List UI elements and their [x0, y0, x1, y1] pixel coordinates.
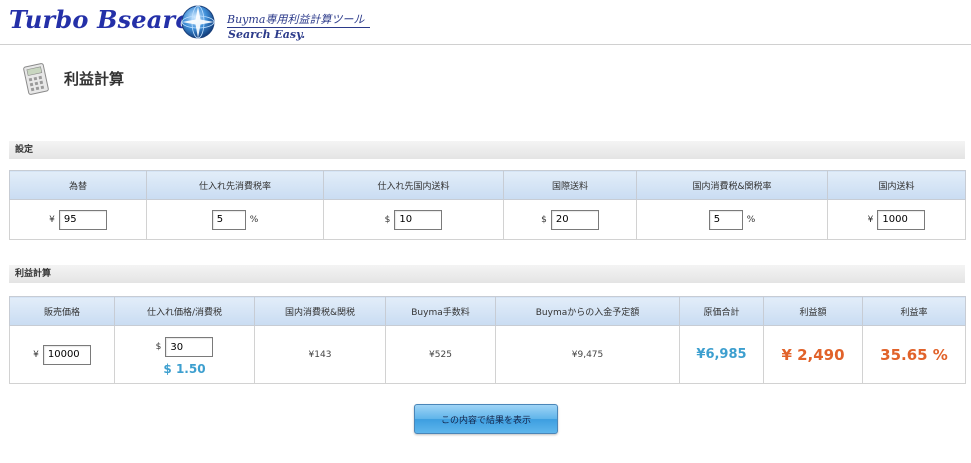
cell-international-shipping: $: [503, 199, 637, 240]
cell-domestic-tax-duty: ¥143: [254, 325, 386, 384]
header-domestic-tax-duty: 国内消費税&関税: [254, 296, 386, 326]
cell-purchase-price: $ $ 1.50: [114, 325, 255, 384]
total-cost-value: ¥6,985: [696, 347, 747, 362]
buyma-fee-value: ¥525: [429, 349, 452, 360]
purchase-price-usd-value: $ 1.50: [163, 362, 206, 376]
profit-table: 販売価格 仕入れ価格/消費税 国内消費税&関税 Buyma手数料 Buymaから…: [9, 296, 966, 384]
show-results-button[interactable]: この内容で結果を表示: [414, 404, 558, 434]
header-international-shipping: 国際送料: [503, 170, 637, 200]
header-buyma-fee: Buyma手数料: [385, 296, 496, 326]
header-profit-rate: 利益率: [862, 296, 966, 326]
header-total-cost: 原価合計: [679, 296, 764, 326]
domestic-shipping-input[interactable]: [877, 209, 926, 230]
cell-supplier-tax-rate: %: [146, 199, 324, 240]
settings-section-bar: 設定: [9, 141, 965, 159]
yen-symbol: ¥: [33, 349, 39, 360]
calculator-icon: [23, 63, 49, 95]
header-domestic-shipping: 国内送料: [827, 170, 966, 200]
purchase-price-input[interactable]: [165, 337, 214, 357]
header-supplier-tax-rate: 仕入れ先消費税率: [146, 170, 324, 200]
header-purchase-price: 仕入れ価格/消費税: [114, 296, 255, 326]
header-profit-amount: 利益額: [763, 296, 863, 326]
dollar-symbol: $: [155, 342, 162, 352]
globe-icon: [181, 5, 215, 39]
header-exchange-rate: 為替: [9, 170, 147, 200]
profit-rate-value: 35.65 %: [880, 345, 948, 364]
international-shipping-input[interactable]: [550, 209, 599, 230]
cell-buyma-deposit: ¥9,475: [495, 325, 680, 384]
tagline: Buyma専用利益計算ツール: [227, 11, 371, 28]
cell-profit-amount: ¥ 2,490: [763, 325, 863, 384]
header-buyma-deposit: Buymaからの入金予定額: [495, 296, 680, 326]
sub-tagline: Search Easy.: [228, 28, 306, 41]
profit-amount-value: ¥ 2,490: [781, 345, 845, 364]
cell-supplier-domestic-shipping: $: [323, 199, 504, 240]
cell-sale-price: ¥: [9, 325, 115, 384]
dollar-symbol: $: [384, 214, 391, 225]
supplier-domestic-shipping-input[interactable]: [394, 209, 443, 230]
domestic-tax-duty-value: ¥143: [308, 349, 332, 360]
header-supplier-domestic-shipping: 仕入れ先国内送料: [323, 170, 504, 200]
header-domestic-tax-duty-rate: 国内消費税&関税率: [636, 170, 828, 200]
settings-table: 為替 仕入れ先消費税率 仕入れ先国内送料 国際送料 国内消費税&関税率 国内送料…: [9, 170, 966, 240]
profit-section-bar: 利益計算: [9, 265, 965, 283]
app-header: Turbo Bsearch Buyma専用利益計算ツール Search Easy…: [0, 0, 971, 45]
cell-total-cost: ¥6,985: [679, 325, 764, 384]
cell-exchange-rate: ¥: [9, 199, 147, 240]
cell-buyma-fee: ¥525: [385, 325, 496, 384]
domestic-tax-duty-rate-input[interactable]: [708, 209, 743, 230]
dollar-symbol: $: [541, 214, 547, 225]
header-sale-price: 販売価格: [9, 296, 115, 326]
exchange-rate-input[interactable]: [58, 209, 107, 230]
cell-domestic-tax-duty-rate: %: [636, 199, 828, 240]
percent-unit: %: [249, 214, 259, 225]
percent-unit: %: [746, 214, 756, 225]
page-title: 利益計算: [64, 70, 125, 88]
sale-price-input[interactable]: [42, 344, 91, 365]
brand-logo[interactable]: Turbo Bsearch: [9, 5, 208, 34]
buyma-deposit-value: ¥9,475: [571, 349, 604, 360]
supplier-tax-rate-input[interactable]: [211, 209, 246, 230]
cell-profit-rate: 35.65 %: [862, 325, 966, 384]
cell-domestic-shipping: ¥: [827, 199, 966, 240]
yen-symbol: ¥: [867, 214, 874, 225]
yen-symbol: ¥: [49, 214, 55, 225]
